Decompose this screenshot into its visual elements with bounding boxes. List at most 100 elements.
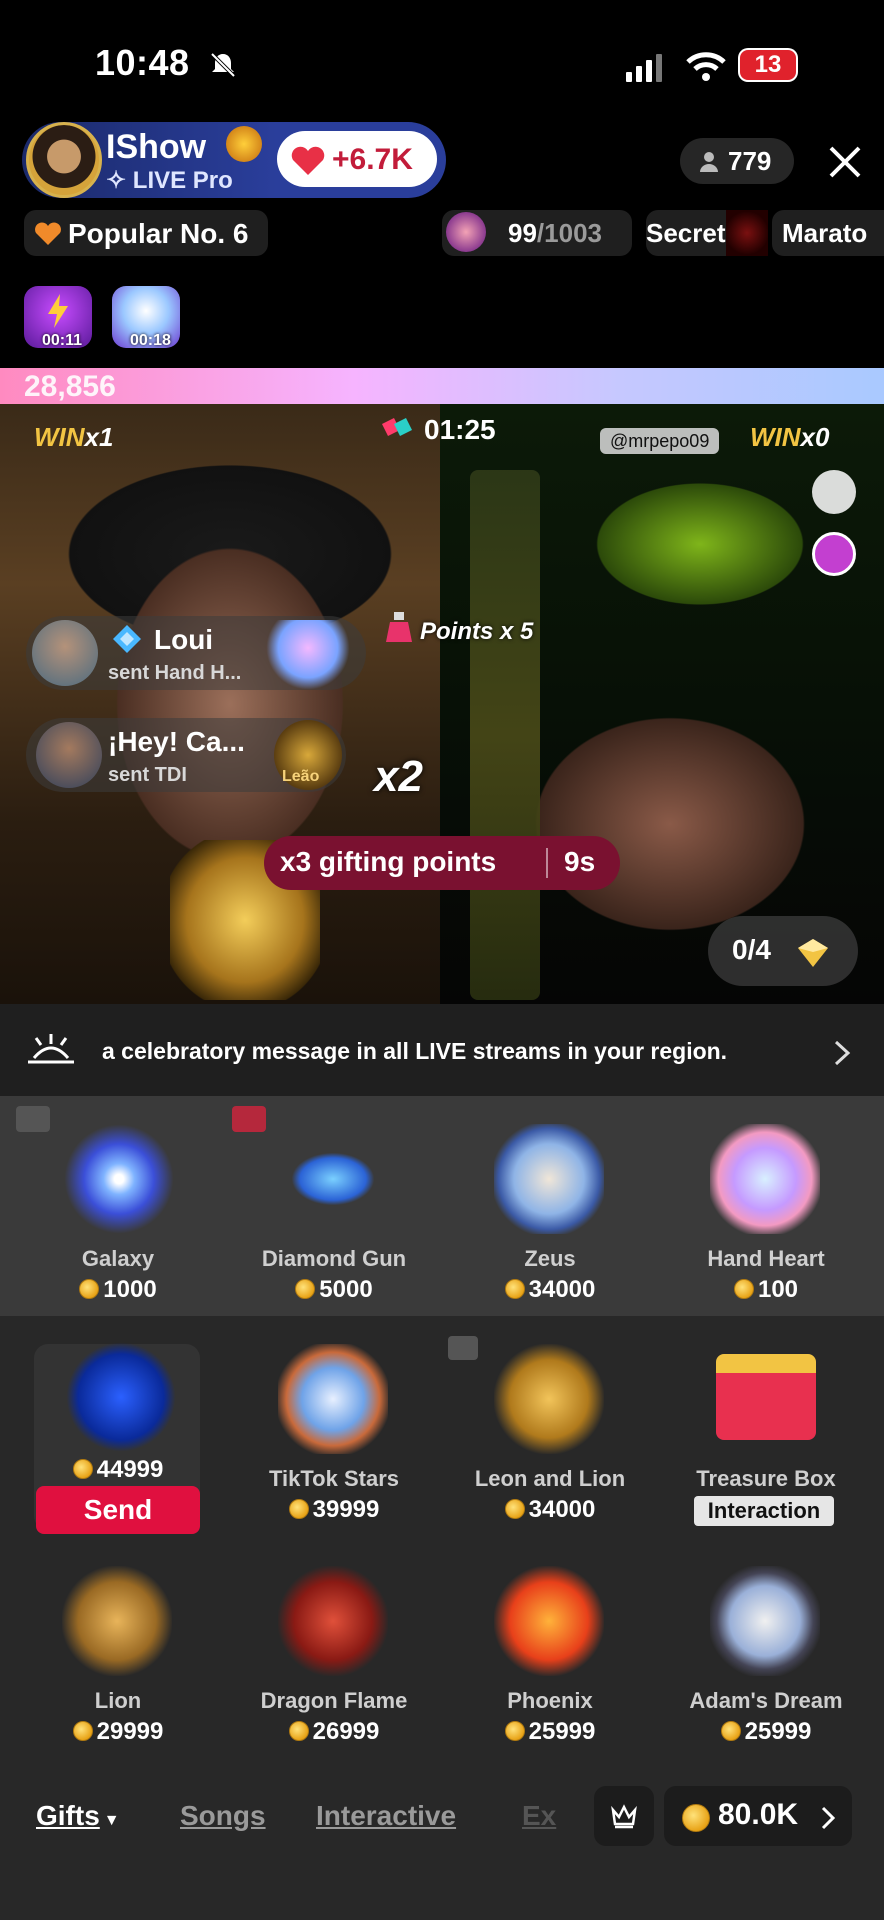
planet-gift-icon[interactable] bbox=[66, 1342, 176, 1452]
announcement-text: a celebratory message in all LIVE stream… bbox=[102, 1038, 728, 1064]
goal-gift-icon bbox=[446, 212, 486, 252]
caret-down-icon: ▼ bbox=[103, 1812, 120, 1829]
battle-timer: 01:25 bbox=[424, 414, 496, 445]
gift-price: 1000 bbox=[8, 1276, 228, 1304]
coin-icon bbox=[682, 1804, 710, 1832]
lightning-boost-icon[interactable] bbox=[812, 532, 856, 576]
bell-muted-icon bbox=[210, 52, 236, 78]
win-count: x0 bbox=[800, 422, 830, 452]
adams-dream-gift-icon[interactable] bbox=[710, 1566, 820, 1676]
chevron-right-icon[interactable] bbox=[832, 1040, 852, 1066]
tab-interactive[interactable]: Interactive bbox=[316, 1800, 456, 1832]
timer-badge-icon bbox=[232, 1106, 266, 1132]
interaction-label[interactable]: Interaction bbox=[694, 1496, 834, 1526]
gift-price-value: 34000 bbox=[528, 1496, 596, 1523]
gifting-points-timer: 9s bbox=[564, 846, 596, 877]
coin-balance: 80.0K bbox=[718, 1798, 799, 1831]
hand-heart-gift-icon bbox=[266, 620, 350, 690]
gift-price: 34000 bbox=[440, 1496, 660, 1524]
diamond-gun-gift-icon[interactable] bbox=[278, 1124, 388, 1234]
wifi-icon bbox=[686, 52, 726, 81]
gift-name: Treasure Box bbox=[696, 1466, 836, 1491]
goal-progress: 99/1003 bbox=[508, 218, 602, 249]
dragon-flame-gift-icon[interactable] bbox=[278, 1566, 388, 1676]
heart-icon bbox=[291, 146, 325, 175]
win-label: WIN bbox=[34, 422, 85, 452]
goal-total: /1003 bbox=[536, 218, 602, 248]
gift-price: 5000 bbox=[224, 1276, 444, 1304]
commenter-avatar[interactable] bbox=[32, 620, 98, 686]
treasure-box-gift-icon[interactable] bbox=[716, 1354, 816, 1440]
host-avatar[interactable] bbox=[26, 122, 102, 198]
gift-price: 25999 bbox=[440, 1718, 660, 1746]
potion-icon bbox=[386, 612, 412, 642]
win-count: x1 bbox=[84, 422, 114, 452]
gift-price-value: 44999 bbox=[96, 1456, 164, 1483]
leon-and-lion-gift-icon[interactable] bbox=[494, 1344, 604, 1454]
multiplier-label: x2 bbox=[374, 752, 423, 801]
galaxy-gift-icon[interactable] bbox=[64, 1124, 174, 1234]
opponent-handle[interactable]: @mrpepo09 bbox=[600, 428, 720, 454]
host-name: IShow bbox=[106, 128, 207, 166]
commenter-name: ¡Hey! Ca... bbox=[108, 726, 245, 757]
tab-songs[interactable]: Songs bbox=[180, 1800, 266, 1832]
treasure-progress-button[interactable] bbox=[708, 916, 858, 986]
gift-price: 26999 bbox=[224, 1718, 444, 1746]
cloud-icon[interactable] bbox=[812, 470, 856, 514]
coin-icon bbox=[504, 1279, 525, 1299]
gifting-points-label: x3 gifting points bbox=[280, 846, 497, 877]
gift-price: 29999 bbox=[8, 1718, 228, 1746]
secret-label: Secret bbox=[646, 218, 726, 248]
secret-avatar bbox=[726, 210, 768, 256]
close-icon[interactable] bbox=[823, 140, 867, 184]
tiktok-stars-gift-icon[interactable] bbox=[278, 1344, 388, 1454]
tab-gifts[interactable]: Gifts ▼ bbox=[36, 1800, 120, 1832]
leao-label: Leão bbox=[282, 768, 320, 785]
gift-name: Adam's Dream bbox=[689, 1688, 843, 1713]
heart-orange-icon bbox=[35, 222, 61, 245]
viewer-count: 779 bbox=[728, 146, 772, 176]
commenter-avatar[interactable] bbox=[36, 722, 102, 788]
battery-indicator: 13 bbox=[738, 48, 798, 82]
crown-icon bbox=[611, 1804, 637, 1829]
gift-price: 100 bbox=[656, 1276, 876, 1304]
coin-icon bbox=[288, 1721, 309, 1741]
points-multiplier: Points x 5 bbox=[420, 618, 534, 645]
celebration-icon bbox=[28, 1034, 74, 1064]
gift-name: Dragon Flame bbox=[260, 1688, 408, 1713]
gift-price-value: 26999 bbox=[312, 1718, 380, 1745]
coin-icon bbox=[288, 1499, 309, 1519]
lion-gift-icon[interactable] bbox=[62, 1566, 172, 1676]
battery-level: 13 bbox=[754, 51, 782, 78]
coin-icon bbox=[720, 1721, 741, 1741]
win-label: WIN bbox=[750, 422, 801, 452]
booster-timer: 00:18 bbox=[130, 332, 171, 349]
coin-icon bbox=[72, 1721, 93, 1741]
coin-icon bbox=[733, 1279, 754, 1299]
likes-count: +6.7K bbox=[332, 143, 413, 176]
commenter-name: Loui bbox=[154, 624, 214, 655]
hand-heart-gift-icon[interactable] bbox=[710, 1124, 820, 1234]
diamond-icon bbox=[113, 625, 141, 653]
gift-name: Lion bbox=[94, 1688, 142, 1713]
gift-price-value: 5000 bbox=[319, 1276, 373, 1303]
comment-text: sent TDI bbox=[108, 764, 187, 786]
goal-current: 99 bbox=[508, 218, 537, 248]
animal-price-strip bbox=[470, 470, 540, 1000]
person-icon bbox=[700, 152, 718, 172]
lion-emoji-icon bbox=[226, 126, 262, 162]
gift-price-value: 34000 bbox=[528, 1276, 596, 1303]
gift-name: Leon and Lion bbox=[474, 1466, 626, 1491]
battle-score-bar bbox=[0, 368, 884, 404]
gift-name: Phoenix bbox=[507, 1688, 593, 1713]
gift-name: Hand Heart bbox=[707, 1246, 825, 1271]
gift-price-value: 39999 bbox=[312, 1496, 380, 1523]
divider bbox=[546, 848, 548, 878]
tab-ex[interactable]: Ex bbox=[522, 1800, 556, 1832]
send-button[interactable]: Send bbox=[36, 1486, 200, 1534]
host-badge: ✧ LIVE Pro bbox=[106, 167, 233, 194]
zeus-gift-icon[interactable] bbox=[494, 1124, 604, 1234]
phoenix-gift-icon[interactable] bbox=[494, 1566, 604, 1676]
marato-label: Marato bbox=[782, 218, 868, 248]
win-streak-left: WINx1 bbox=[34, 422, 113, 453]
